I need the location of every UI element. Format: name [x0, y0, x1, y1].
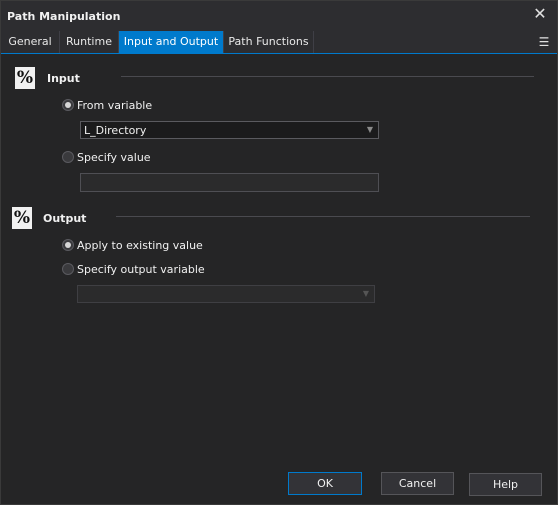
specify-value-label: Specify value — [77, 151, 151, 164]
output-section-divider — [116, 216, 530, 217]
ok-button[interactable]: OK — [288, 472, 362, 495]
chevron-down-icon[interactable]: ▼ — [359, 287, 373, 301]
output-section-label: Output — [43, 212, 87, 225]
from-variable-label: From variable — [77, 99, 153, 112]
apply-existing-label: Apply to existing value — [77, 239, 203, 252]
tab-general[interactable]: General — [1, 31, 60, 53]
chevron-down-icon[interactable]: ▼ — [363, 123, 377, 137]
tab-bar: General Runtime Input and Output Path Fu… — [1, 31, 557, 54]
title-bar: Path Manipulation ✕ — [1, 1, 557, 31]
percent-variable-icon: % — [15, 67, 35, 89]
specify-output-radio[interactable] — [62, 263, 74, 275]
cancel-button[interactable]: Cancel — [381, 472, 454, 495]
specify-value-input[interactable] — [80, 173, 379, 192]
specify-value-radio[interactable] — [62, 151, 74, 163]
window-title: Path Manipulation — [7, 10, 121, 23]
tab-menu-icon[interactable]: ☰ — [537, 34, 551, 50]
tab-path-functions[interactable]: Path Functions — [224, 31, 314, 53]
from-variable-radio[interactable] — [62, 99, 74, 111]
input-section-divider — [121, 76, 534, 77]
input-variable-dropdown[interactable]: L_Directory ▼ — [80, 121, 379, 139]
apply-existing-radio[interactable] — [62, 239, 74, 251]
help-button[interactable]: Help — [469, 473, 542, 496]
close-icon[interactable]: ✕ — [531, 5, 549, 23]
output-variable-dropdown[interactable]: ▼ — [77, 285, 375, 303]
tab-runtime[interactable]: Runtime — [60, 31, 119, 53]
dialog-window: Path Manipulation ✕ General Runtime Inpu… — [0, 0, 558, 505]
input-section-label: Input — [47, 72, 80, 85]
percent-variable-icon: % — [12, 207, 32, 229]
tab-input-and-output[interactable]: Input and Output — [119, 31, 224, 53]
input-variable-value: L_Directory — [84, 124, 147, 137]
specify-output-label: Specify output variable — [77, 263, 205, 276]
